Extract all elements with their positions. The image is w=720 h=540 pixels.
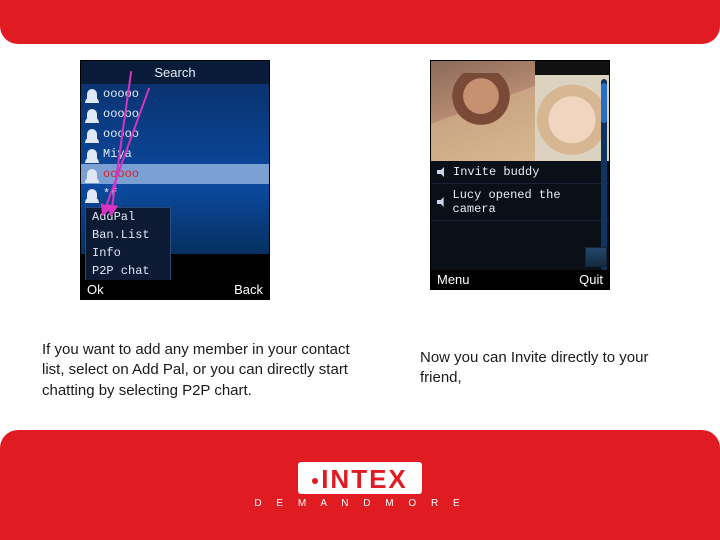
softkey-bar: Menu Quit — [431, 270, 609, 289]
caption-left: If you want to add any member in your co… — [42, 340, 352, 401]
left-phone-screenshot: Search ooooo ooooo ooooo Miya ooooo *f A… — [80, 60, 270, 300]
contact-row[interactable]: ooooo — [81, 84, 269, 104]
video-photo-area — [431, 61, 609, 161]
softkey-left[interactable]: Ok — [87, 282, 104, 297]
softkey-left[interactable]: Menu — [437, 272, 470, 287]
photo-person-1 — [431, 61, 535, 161]
slide-header-bar — [0, 0, 720, 44]
brand-name: INTEX — [321, 464, 408, 494]
scrollbar-thumb[interactable] — [601, 83, 607, 123]
photo-baby — [535, 75, 609, 161]
contact-label: ooooo — [103, 107, 139, 121]
photo-strip — [535, 61, 609, 75]
person-icon — [87, 149, 97, 159]
event-row: Lucy opened the camera — [431, 184, 609, 221]
scrollbar[interactable] — [601, 79, 607, 271]
speaker-icon — [437, 167, 447, 177]
right-phone-screenshot: Invite buddy Lucy opened the camera Menu… — [430, 60, 610, 290]
context-menu: AddPal Ban.List Info P2P chat — [85, 207, 171, 281]
tool-button[interactable] — [585, 247, 607, 267]
caption-right: Now you can Invite directly to your frie… — [420, 348, 670, 389]
left-phone-title: Search — [81, 61, 269, 84]
person-icon — [87, 129, 97, 139]
contact-label: ooooo — [103, 167, 139, 181]
brand-tagline: D E M A N D M O R E — [254, 498, 465, 509]
contact-row[interactable]: ooooo — [81, 124, 269, 144]
event-list: Invite buddy Lucy opened the camera — [431, 161, 609, 273]
event-text: Lucy opened the camera — [453, 188, 604, 216]
menu-item-banlist[interactable]: Ban.List — [86, 226, 170, 244]
menu-item-p2pchat[interactable]: P2P chat — [86, 262, 170, 280]
softkey-right[interactable]: Quit — [579, 272, 603, 287]
contact-row[interactable]: ooooo — [81, 104, 269, 124]
event-text: Invite buddy — [453, 165, 539, 179]
speaker-icon — [437, 197, 447, 207]
person-icon — [87, 169, 97, 179]
brand-logo: INTEX — [298, 462, 422, 494]
softkey-bar: Ok Back — [81, 280, 269, 299]
contact-label: ooooo — [103, 87, 139, 101]
event-row: Invite buddy — [431, 161, 609, 184]
event-blank-area — [431, 221, 609, 273]
logo-dot-icon — [312, 478, 318, 484]
person-icon — [87, 189, 97, 199]
contact-row-selected[interactable]: ooooo — [81, 164, 269, 184]
person-icon — [87, 109, 97, 119]
menu-item-info[interactable]: Info — [86, 244, 170, 262]
photo-person-2 — [535, 61, 609, 161]
softkey-right[interactable]: Back — [234, 282, 263, 297]
contact-row[interactable]: Miya — [81, 144, 269, 164]
slide-footer-bar: INTEX D E M A N D M O R E — [0, 430, 720, 540]
person-icon — [87, 89, 97, 99]
